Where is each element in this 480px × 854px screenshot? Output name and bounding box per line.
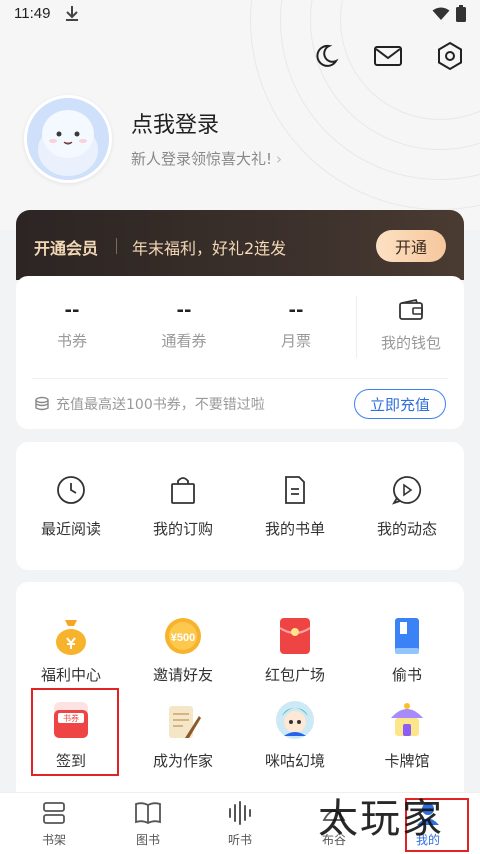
status-time: 11:49 [14, 5, 51, 22]
service-label: 红包广场 [264, 666, 325, 684]
stat-label: 书券 [56, 332, 87, 350]
recharge-tip-text: 充值最高送100书券，不要错过啦 [56, 397, 265, 413]
login-subtitle-text: 新人登录领惊喜大礼! [131, 150, 273, 168]
wallet-card: -- 书券 -- 通看券 -- 月票 我的钱包 充值最高送100书券，不要错过啦… [16, 276, 464, 429]
status-bar: 11:49 [0, 0, 480, 28]
blue-book-icon [352, 612, 462, 656]
stat-book-coupon[interactable]: -- 书券 [22, 300, 122, 351]
booklist-icon [240, 472, 350, 508]
red-envelope-icon [240, 612, 350, 656]
service-steal-book[interactable]: 偷书 [352, 612, 462, 685]
moon-icon[interactable] [310, 40, 342, 72]
coin-stack-icon [35, 396, 49, 411]
highlight-box-check-in [31, 688, 119, 776]
avatar-character-icon [240, 698, 350, 742]
vip-title: 开通会员 [34, 239, 99, 258]
service-label: 卡牌馆 [384, 752, 430, 770]
wallet-icon [399, 298, 423, 320]
nav-label: 听书 [227, 833, 252, 847]
header-actions [310, 40, 466, 72]
wifi-icon [432, 7, 450, 20]
vip-banner[interactable]: 开通会员 年末福利，好礼2连发 开通 [16, 210, 464, 280]
money-bag-icon [16, 612, 126, 656]
service-label: 福利中心 [40, 666, 101, 684]
shortcut-label: 最近阅读 [40, 520, 101, 538]
settings-hexagon-icon[interactable] [434, 40, 466, 72]
service-red-envelope[interactable]: 红包广场 [240, 612, 350, 685]
shortcut-card: 最近阅读 我的订购 我的书单 我的动态 [16, 442, 464, 570]
coin-500-icon: ¥500 [128, 612, 238, 656]
service-label: 咪咕幻境 [264, 752, 325, 770]
vip-open-button[interactable]: 开通 [376, 230, 446, 262]
shortcut-recent-reading[interactable]: 最近阅读 [16, 472, 126, 539]
service-become-writer[interactable]: 成为作家 [128, 698, 238, 771]
shortcut-my-activity[interactable]: 我的动态 [352, 472, 462, 539]
shortcut-label: 我的书单 [264, 520, 325, 538]
recharge-button[interactable]: 立即充值 [354, 389, 446, 419]
stat-value: -- [176, 300, 192, 321]
card-house-icon [352, 698, 462, 742]
shortcut-label: 我的动态 [376, 520, 437, 538]
scroll-quill-icon [128, 698, 238, 742]
audio-wave-icon [200, 799, 280, 827]
service-card-hall[interactable]: 卡牌馆 [352, 698, 462, 771]
service-invite-friends[interactable]: ¥500 邀请好友 [128, 612, 238, 685]
recharge-tip: 充值最高送100书券，不要错过啦 [34, 394, 265, 414]
bookshelf-icon [14, 799, 94, 827]
shopping-bag-icon [128, 472, 238, 508]
nav-audiobooks[interactable]: 听书 [200, 799, 280, 848]
login-subtitle[interactable]: 新人登录领惊喜大礼! › [131, 148, 282, 169]
wallet-separator [32, 378, 448, 379]
stat-label: 通看券 [161, 332, 207, 350]
stat-value: -- [64, 300, 80, 321]
play-chat-icon [352, 472, 462, 508]
nav-label: 书架 [41, 833, 66, 847]
login-title[interactable]: 点我登录 [131, 107, 219, 139]
wallet-divider [356, 296, 357, 358]
service-welfare-center[interactable]: 福利中心 [16, 612, 126, 685]
nav-books[interactable]: 图书 [108, 799, 188, 848]
nav-label: 图书 [135, 833, 160, 847]
shortcut-label: 我的订购 [152, 520, 213, 538]
coin-500-badge: ¥500 [171, 632, 195, 644]
service-migu-dreamland[interactable]: 咪咕幻境 [240, 698, 350, 771]
stat-label: 月票 [280, 332, 311, 350]
shortcut-my-booklist[interactable]: 我的书单 [240, 472, 350, 539]
stat-value: -- [288, 300, 304, 321]
my-wallet-entry[interactable]: 我的钱包 [366, 298, 456, 353]
nav-bookshelf[interactable]: 书架 [14, 799, 94, 848]
service-label: 成为作家 [152, 752, 213, 770]
vip-promo: 年末福利，好礼2连发 [132, 239, 287, 258]
shortcut-my-orders[interactable]: 我的订购 [128, 472, 238, 539]
vip-divider [116, 238, 117, 254]
chevron-right-icon: › [276, 150, 283, 168]
battery-icon [456, 5, 466, 22]
watermark-logo: 太玩家 [318, 796, 444, 842]
service-label: 偷书 [391, 666, 422, 684]
open-book-icon [108, 799, 188, 827]
avatar[interactable] [24, 95, 112, 183]
download-icon [66, 6, 78, 21]
mail-icon[interactable] [372, 40, 404, 72]
clock-icon [16, 472, 126, 508]
my-wallet-label: 我的钱包 [380, 334, 441, 352]
stat-pass-coupon[interactable]: -- 通看券 [134, 300, 234, 351]
stat-monthly-ticket[interactable]: -- 月票 [246, 300, 346, 351]
service-label: 邀请好友 [152, 666, 213, 684]
